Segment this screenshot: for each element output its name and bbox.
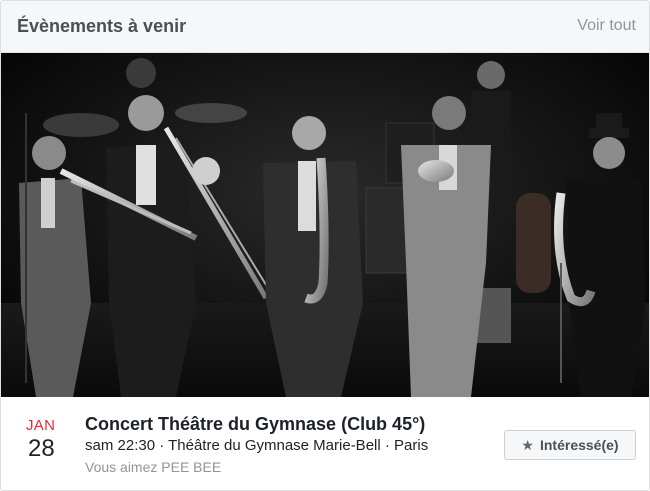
event-title-link[interactable]: Concert Théâtre du Gymnase (Club 45°) — [85, 414, 425, 435]
interested-button[interactable]: ★ Intéressé(e) — [504, 430, 636, 460]
event-city[interactable]: Paris — [394, 437, 428, 454]
event-day: 28 — [28, 435, 55, 462]
separator: · — [155, 437, 169, 454]
separator: · — [380, 437, 395, 454]
event-footer: JAN 28 Concert Théâtre du Gymnase (Club … — [1, 397, 649, 490]
interested-label: Intéressé(e) — [539, 437, 619, 453]
star-icon: ★ — [521, 436, 534, 453]
event-month: JAN — [26, 417, 56, 434]
event-datetime: sam 22:30 — [85, 437, 156, 454]
event-photo[interactable] — [1, 53, 650, 397]
event-venue[interactable]: Théâtre du Gymnase Marie-Bell — [168, 437, 381, 454]
card-header: Évènements à venir Voir tout — [1, 1, 649, 53]
see-all-link[interactable]: Voir tout — [577, 17, 636, 35]
upcoming-events-card: Évènements à venir Voir tout JAN 28 Conc… — [0, 0, 650, 491]
card-title: Évènements à venir — [17, 16, 187, 36]
social-context: Vous aimez PEE BEE — [85, 459, 222, 475]
event-details: sam 22:30 · Théâtre du Gymnase Marie-Bel… — [85, 437, 428, 454]
